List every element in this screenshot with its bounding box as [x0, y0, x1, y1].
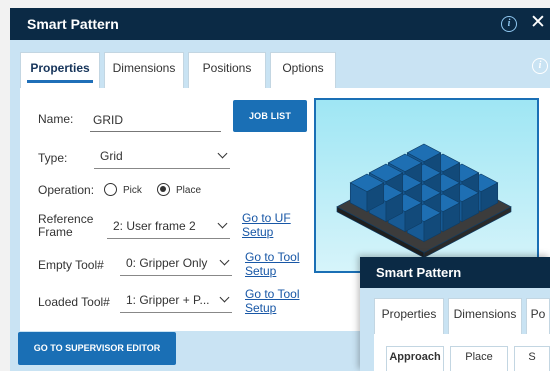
secondary-title-bar: Smart Pattern: [360, 257, 550, 288]
tab-properties[interactable]: Properties: [20, 52, 100, 88]
reference-frame-label: Reference Frame: [38, 212, 94, 239]
type-select-value: Grid: [100, 149, 123, 163]
secondary-dialog-title: Smart Pattern: [376, 265, 462, 280]
go-to-tool-setup-link-loaded[interactable]: Go to Tool Setup: [245, 287, 307, 315]
secondary-tab-properties[interactable]: Properties: [374, 298, 444, 334]
loaded-tool-label: Loaded Tool#: [38, 295, 110, 309]
close-icon[interactable]: ✕: [530, 12, 546, 34]
radio-place-label: Place: [176, 185, 202, 196]
box-grid-illustration: [336, 143, 512, 259]
tab-options[interactable]: Options: [270, 52, 336, 88]
reference-frame-select[interactable]: 2: User frame 2: [107, 215, 230, 239]
loaded-tool-select[interactable]: 1: Gripper + P...: [120, 289, 232, 313]
operation-label: Operation:: [38, 183, 95, 197]
radio-place[interactable]: [157, 183, 170, 196]
chevron-down-icon: [217, 218, 228, 229]
go-to-uf-setup-link[interactable]: Go to UF Setup: [242, 211, 298, 239]
secondary-tab-positions[interactable]: Po: [526, 298, 550, 334]
empty-tool-select[interactable]: 0: Gripper Only: [120, 252, 232, 276]
empty-tool-value: 0: Gripper Only: [126, 256, 208, 270]
dialog-title: Smart Pattern: [27, 16, 119, 32]
subtab-s[interactable]: S: [514, 346, 550, 371]
tab-dimensions[interactable]: Dimensions: [104, 52, 184, 88]
type-select[interactable]: Grid: [94, 145, 230, 169]
name-input[interactable]: GRID: [93, 113, 123, 127]
reference-frame-value: 2: User frame 2: [113, 219, 196, 233]
go-to-supervisor-editor-button[interactable]: GO TO SUPERVISOR EDITOR: [18, 332, 176, 365]
subtab-place[interactable]: Place: [450, 346, 508, 371]
tab-positions[interactable]: Positions: [188, 52, 266, 88]
title-bar: Smart Pattern i ✕: [10, 8, 550, 40]
chevron-down-icon: [219, 255, 230, 266]
name-label: Name:: [38, 112, 74, 126]
subtab-approach[interactable]: Approach: [386, 346, 444, 371]
chevron-down-icon: [217, 148, 228, 159]
name-input-underline: [90, 131, 221, 132]
info-icon[interactable]: i: [501, 16, 517, 32]
go-to-tool-setup-link-empty[interactable]: Go to Tool Setup: [245, 250, 307, 278]
radio-pick-label: Pick: [123, 185, 142, 196]
empty-tool-label: Empty Tool#: [38, 258, 104, 272]
chevron-down-icon: [219, 292, 230, 303]
pattern-preview: [314, 98, 539, 273]
radio-pick[interactable]: [104, 183, 117, 196]
secondary-panel: Approach Place S: [374, 334, 550, 371]
type-label: Type:: [38, 151, 68, 165]
help-info-icon[interactable]: i: [532, 58, 548, 74]
secondary-tab-dimensions[interactable]: Dimensions: [448, 298, 522, 334]
job-list-button[interactable]: JOB LIST: [233, 100, 307, 132]
smart-pattern-dialog-secondary: Smart Pattern Properties Dimensions Po A…: [360, 257, 550, 371]
loaded-tool-value: 1: Gripper + P...: [126, 293, 210, 307]
